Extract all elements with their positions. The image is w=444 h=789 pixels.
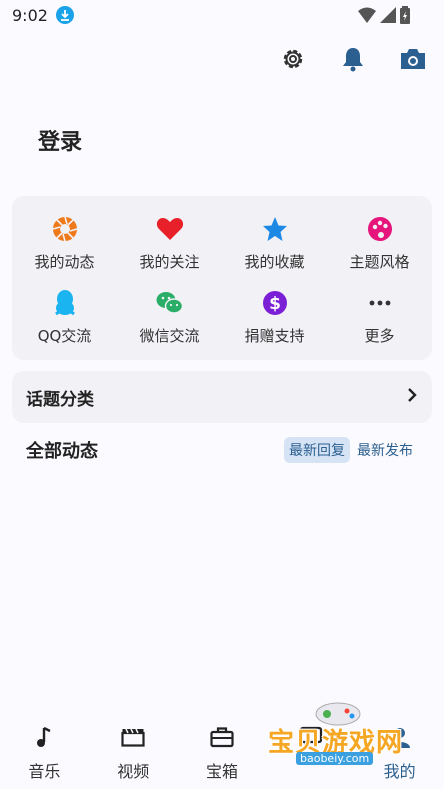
nav-label: 音乐	[28, 762, 61, 781]
camera-icon[interactable]	[398, 44, 428, 74]
topic-category-label: 话题分类	[26, 389, 94, 410]
clapper-icon	[120, 724, 146, 750]
my-follows-item[interactable]: 我的关注	[117, 206, 222, 280]
nav-chat[interactable]	[266, 712, 355, 789]
star-icon	[261, 215, 289, 243]
more-dots-icon	[366, 289, 394, 317]
grid-label: 我的收藏	[244, 252, 305, 271]
download-icon	[55, 6, 74, 24]
theme-style-item[interactable]: 主题风格	[327, 206, 432, 280]
feature-grid: 我的动态 我的关注 我的收藏 主题风格 QQ交流 微信交流 $ 捐赠支持 更多	[12, 196, 432, 360]
music-note-icon	[31, 724, 57, 750]
grid-label: 捐赠支持	[244, 326, 305, 345]
topic-category-row[interactable]: 话题分类	[12, 371, 432, 423]
qq-icon	[51, 289, 79, 317]
sort-latest-publish[interactable]: 最新发布	[352, 437, 418, 463]
grid-label: QQ交流	[37, 326, 92, 345]
bottom-nav: 音乐 视频 宝箱 我的	[0, 712, 444, 789]
chevron-right-icon	[406, 387, 418, 407]
more-item[interactable]: 更多	[327, 280, 432, 354]
status-time: 9:02	[12, 5, 48, 25]
wifi-icon	[358, 7, 376, 23]
nav-toolbox[interactable]: 宝箱	[178, 712, 267, 789]
grid-label: 主题风格	[349, 252, 410, 271]
status-bar: 9:02	[0, 0, 444, 30]
nav-profile[interactable]: 我的	[355, 712, 444, 789]
heart-icon	[156, 215, 184, 243]
svg-text:$: $	[269, 294, 281, 314]
chat-icon	[298, 724, 324, 750]
grid-label: 微信交流	[139, 326, 200, 345]
grid-label: 我的动态	[34, 252, 95, 271]
top-actions	[278, 44, 428, 74]
wechat-group-item[interactable]: 微信交流	[117, 280, 222, 354]
briefcase-icon	[209, 724, 235, 750]
aperture-icon	[51, 215, 79, 243]
bell-icon[interactable]	[338, 44, 368, 74]
sort-latest-reply[interactable]: 最新回复	[284, 437, 350, 463]
feed-title: 全部动态	[26, 441, 98, 462]
nav-label: 视频	[117, 762, 150, 781]
gear-icon[interactable]	[278, 44, 308, 74]
login-link[interactable]: 登录	[38, 124, 82, 156]
nav-video[interactable]: 视频	[89, 712, 178, 789]
dollar-icon: $	[261, 289, 289, 317]
status-icons	[358, 6, 410, 24]
grid-label: 我的关注	[139, 252, 200, 271]
my-favorites-item[interactable]: 我的收藏	[222, 206, 327, 280]
battery-icon	[400, 6, 410, 24]
nav-label: 我的	[383, 762, 416, 781]
feed-header: 全部动态 最新回复 最新发布	[26, 436, 418, 464]
profile-icon	[387, 724, 413, 750]
my-posts-item[interactable]: 我的动态	[12, 206, 117, 280]
wechat-icon	[156, 289, 184, 317]
donate-item[interactable]: $ 捐赠支持	[222, 280, 327, 354]
palette-icon	[366, 215, 394, 243]
grid-label: 更多	[364, 326, 395, 345]
nav-label: 宝箱	[205, 762, 238, 781]
nav-music[interactable]: 音乐	[0, 712, 89, 789]
qq-group-item[interactable]: QQ交流	[12, 280, 117, 354]
signal-icon	[380, 7, 396, 23]
